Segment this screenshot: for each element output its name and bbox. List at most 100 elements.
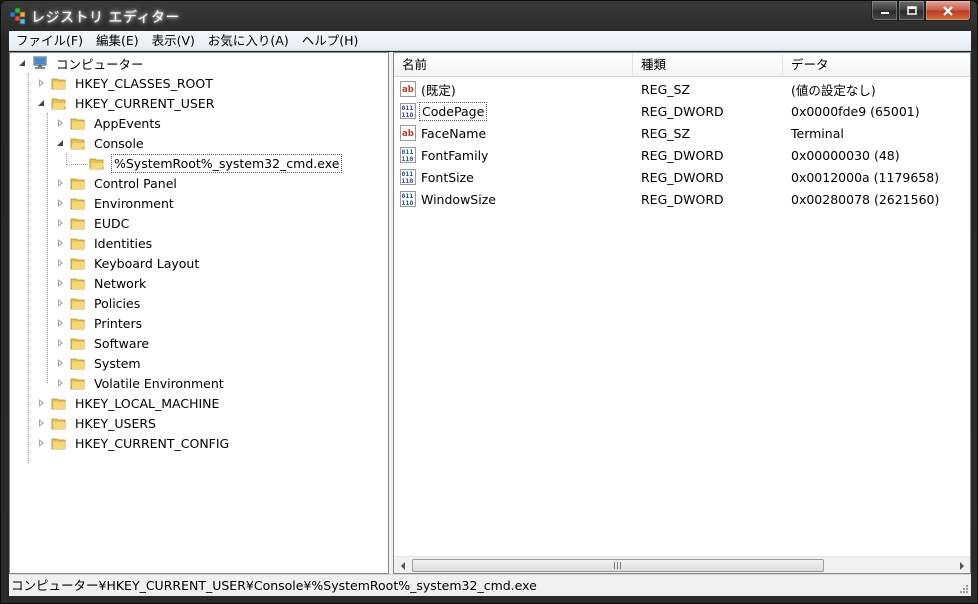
tree-item-hku[interactable]: HKEY_USERS xyxy=(37,413,158,433)
menu-view[interactable]: 表示(V) xyxy=(146,31,201,51)
tree-item-hklm[interactable]: HKEY_LOCAL_MACHINE xyxy=(37,393,221,413)
key-tree-pane[interactable]: コンピューター HKEY_CLASSES_ROOT HKEY_CURRENT_U… xyxy=(9,52,389,574)
expander-icon[interactable] xyxy=(18,58,28,68)
folder-icon xyxy=(70,298,85,310)
tree-item-eudc[interactable]: EUDC xyxy=(56,213,131,233)
tree-item-identities[interactable]: Identities xyxy=(56,233,154,253)
tree-item-network[interactable]: Network xyxy=(56,273,148,293)
tree-item-hkcr[interactable]: HKEY_CLASSES_ROOT xyxy=(37,73,215,93)
tree-item-cmd-key[interactable]: %SystemRoot%_system32_cmd.exe xyxy=(75,153,343,173)
folder-icon xyxy=(70,238,85,250)
status-path: コンピューター¥HKEY_CURRENT_USER¥Console¥%Syste… xyxy=(11,578,537,593)
close-button[interactable] xyxy=(925,1,971,21)
scroll-right-icon xyxy=(959,561,964,570)
minimize-button[interactable] xyxy=(871,1,898,21)
expander-icon[interactable] xyxy=(56,278,66,288)
value-row[interactable]: ab (既定) REG_SZ (値の設定なし) xyxy=(394,78,970,100)
expander-icon[interactable] xyxy=(56,318,66,328)
value-data: 0x0012000a (1179658) xyxy=(791,169,940,185)
value-row[interactable]: 011 110 CodePage REG_DWORD 0x0000fde9 (65… xyxy=(394,100,970,122)
value-row[interactable]: 011 110 FontFamily REG_DWORD 0x00000030 (… xyxy=(394,144,970,166)
value-name: (既定) xyxy=(421,82,456,98)
tree-item-policies[interactable]: Policies xyxy=(56,293,142,313)
tree-item-label: AppEvents xyxy=(94,115,161,131)
tree-item-label: Keyboard Layout xyxy=(94,255,200,271)
expander-icon[interactable] xyxy=(56,258,66,268)
tree-item-label: HKEY_USERS xyxy=(75,415,156,431)
client-area: コンピューター HKEY_CLASSES_ROOT HKEY_CURRENT_U… xyxy=(9,52,971,574)
folder-open-icon xyxy=(89,158,104,170)
expander-icon[interactable] xyxy=(56,238,66,248)
column-header-data[interactable]: データ xyxy=(783,53,970,77)
tree-item-computer[interactable]: コンピューター xyxy=(18,53,146,73)
value-name: FontSize xyxy=(421,169,474,185)
value-name-cell: ab FaceName xyxy=(394,125,633,142)
tree-item-label: Volatile Environment xyxy=(94,375,224,391)
title-bar[interactable]: レジストリ エディター xyxy=(1,1,977,31)
tree-item-volatile-environment[interactable]: Volatile Environment xyxy=(56,373,226,393)
svg-text:110: 110 xyxy=(402,111,414,119)
folder-icon xyxy=(51,398,66,410)
tree-item-environment[interactable]: Environment xyxy=(56,193,176,213)
tree-item-console[interactable]: Console xyxy=(56,133,146,153)
expander-icon[interactable] xyxy=(37,98,47,108)
binary-value-icon: 011110 xyxy=(400,147,416,163)
tree-item-hkcu[interactable]: HKEY_CURRENT_USER xyxy=(37,93,216,113)
tree-item-hkcc[interactable]: HKEY_CURRENT_CONFIG xyxy=(37,433,231,453)
tree-item-label: HKEY_CURRENT_USER xyxy=(75,95,215,111)
tree-item-label: Network xyxy=(94,275,147,291)
tree-item-appevents[interactable]: AppEvents xyxy=(56,113,163,133)
scroll-left-button[interactable] xyxy=(394,557,411,573)
tree-item-control-panel[interactable]: Control Panel xyxy=(56,173,179,193)
value-type: REG_SZ xyxy=(641,125,691,141)
expander-icon[interactable] xyxy=(56,298,66,308)
value-name-cell: 011 110 WindowSize xyxy=(394,191,633,208)
expander-icon[interactable] xyxy=(56,138,66,148)
folder-icon xyxy=(51,78,66,90)
folder-icon xyxy=(70,278,85,290)
scroll-right-button[interactable] xyxy=(953,557,970,573)
expander-icon[interactable] xyxy=(56,198,66,208)
value-name-cell: 011 110 FontSize xyxy=(394,169,633,186)
registry-editor-window: レジストリ エディター ファイル(F) 編集(E) 表示(V) お気に入り(A)… xyxy=(0,0,978,604)
column-header-type[interactable]: 種類 xyxy=(633,53,783,77)
value-row[interactable]: ab FaceName REG_SZ Terminal xyxy=(394,122,970,144)
maximize-icon xyxy=(906,6,917,15)
folder-icon xyxy=(70,218,85,230)
list-header: 名前 種類 データ xyxy=(394,53,970,77)
values-list-pane[interactable]: 名前 種類 データ ab (既定) REG_SZ (値の設定なし) 011 110… xyxy=(393,52,971,574)
tree-guide-line xyxy=(28,73,29,463)
tree-item-label: Identities xyxy=(94,235,153,251)
tree-item-keyboard-layout[interactable]: Keyboard Layout xyxy=(56,253,201,273)
scroll-thumb[interactable] xyxy=(412,559,824,572)
menu-favorites[interactable]: お気に入り(A) xyxy=(202,31,295,51)
value-data: (値の設定なし) xyxy=(791,82,876,98)
menu-edit[interactable]: 編集(E) xyxy=(90,31,145,51)
expander-icon[interactable] xyxy=(56,178,66,188)
expander-icon[interactable] xyxy=(37,438,47,448)
value-data: 0x00000030 (48) xyxy=(791,147,900,163)
svg-text:110: 110 xyxy=(402,199,414,207)
expander-icon[interactable] xyxy=(56,378,66,388)
tree-item-system[interactable]: System xyxy=(56,353,143,373)
value-row[interactable]: 011 110 FontSize REG_DWORD 0x0012000a (11… xyxy=(394,166,970,188)
expander-icon[interactable] xyxy=(56,218,66,228)
expander-icon[interactable] xyxy=(56,358,66,368)
expander-icon[interactable] xyxy=(56,118,66,128)
tree-item-software[interactable]: Software xyxy=(56,333,151,353)
menu-file[interactable]: ファイル(F) xyxy=(10,31,89,51)
value-row[interactable]: 011 110 WindowSize REG_DWORD 0x00280078 (… xyxy=(394,188,970,210)
maximize-button[interactable] xyxy=(898,1,925,21)
horizontal-scrollbar[interactable] xyxy=(394,556,970,573)
binary-value-icon: 011110 xyxy=(400,169,416,185)
expander-icon[interactable] xyxy=(56,338,66,348)
tree-item-printers[interactable]: Printers xyxy=(56,313,144,333)
column-header-name[interactable]: 名前 xyxy=(394,53,633,77)
resize-grip-icon[interactable] xyxy=(957,582,969,594)
expander-icon[interactable] xyxy=(37,78,47,88)
tree-item-label: Printers xyxy=(94,315,143,331)
tree-item-label: Control Panel xyxy=(94,175,177,191)
expander-icon[interactable] xyxy=(37,418,47,428)
menu-help[interactable]: ヘルプ(H) xyxy=(296,31,365,51)
expander-icon[interactable] xyxy=(37,398,47,408)
